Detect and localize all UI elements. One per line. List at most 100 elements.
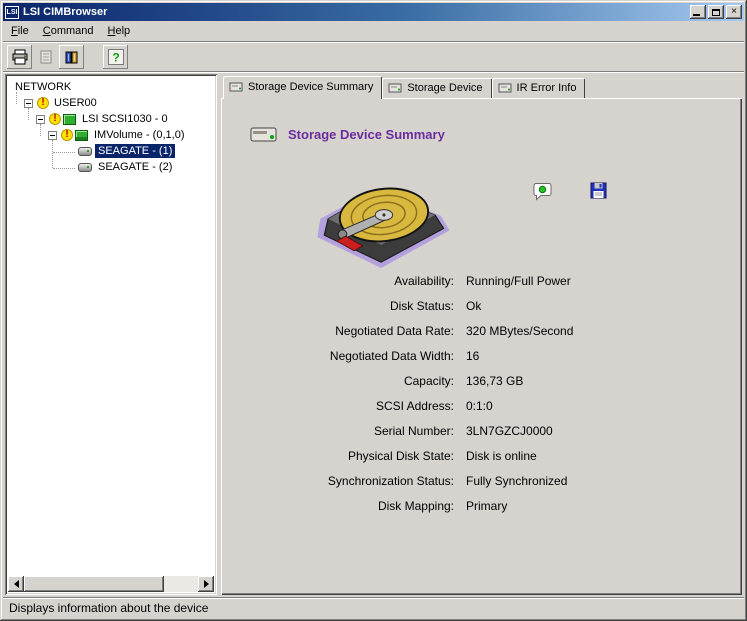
library-button[interactable] <box>59 45 84 69</box>
minimize-icon <box>693 14 700 16</box>
storage-device-summary-pane: Storage Device Summary <box>221 98 742 595</box>
field-value: 0:1:0 <box>466 399 724 413</box>
tree-item-label: USER00 <box>51 96 100 110</box>
tree-item-network[interactable]: NETWORK <box>8 79 214 95</box>
menu-file[interactable]: File <box>4 22 36 40</box>
minimize-button[interactable] <box>690 5 706 19</box>
scrollbar-thumb[interactable] <box>24 576 164 592</box>
field-label: Disk Status: <box>249 299 454 313</box>
device-tree: NETWORK USER00 LSI SCSI1030 - 0 <box>8 77 214 574</box>
field-value: Disk is online <box>466 449 724 463</box>
warning-icon <box>61 129 73 141</box>
maximize-icon <box>712 9 720 16</box>
help-icon: ? <box>107 48 125 66</box>
tree-item-label-selected: SEAGATE - (1) <box>95 144 175 158</box>
tree-item-label: NETWORK <box>12 80 74 94</box>
field-label: Synchronization Status: <box>249 474 454 488</box>
tab-label: IR Error Info <box>517 82 577 94</box>
status-text: Displays information about the device <box>9 601 208 615</box>
field-label: SCSI Address: <box>249 399 454 413</box>
balloon-status-icon[interactable] <box>533 182 553 201</box>
tab-ir-error-info[interactable]: IR Error Info <box>492 78 586 98</box>
main-area: NETWORK USER00 LSI SCSI1030 - 0 <box>3 72 744 597</box>
field-label: Serial Number: <box>249 424 454 438</box>
tree-item-label: SEAGATE - (2) <box>95 160 175 174</box>
warning-icon <box>37 97 49 109</box>
help-button[interactable]: ? <box>103 45 128 69</box>
field-label: Availability: <box>249 274 454 288</box>
print-button[interactable] <box>7 45 32 69</box>
collapse-toggle-icon[interactable] <box>36 115 45 124</box>
app-window: LSI LSI CIMBrowser × File Command Help <box>0 0 747 621</box>
tab-storage-device-summary[interactable]: Storage Device Summary <box>223 76 382 99</box>
tree-item-imvolume[interactable]: IMVolume - (0,1,0) <box>8 127 214 143</box>
document-icon <box>38 49 54 65</box>
field-value: Running/Full Power <box>466 274 724 288</box>
tree-guide-line <box>53 152 75 153</box>
tree-guide-line <box>52 140 53 168</box>
disk-icon <box>78 163 92 172</box>
field-label: Capacity: <box>249 374 454 388</box>
scroll-right-button[interactable] <box>198 576 214 592</box>
field-value: Fully Synchronized <box>466 474 724 488</box>
detail-panel: Storage Device Summary Storage Device IR… <box>221 74 742 595</box>
page-title: Storage Device Summary <box>288 127 445 142</box>
field-value: 136,73 GB <box>466 374 724 388</box>
device-properties: Availability: Running/Full Power Disk St… <box>249 274 724 513</box>
books-icon <box>64 49 80 65</box>
svg-text:?: ? <box>112 50 119 64</box>
tab-bar: Storage Device Summary Storage Device IR… <box>221 76 742 98</box>
hard-disk-illustration <box>315 160 451 268</box>
collapse-toggle-icon[interactable] <box>48 131 57 140</box>
controller-icon <box>63 114 76 125</box>
arrow-left-icon <box>14 580 19 588</box>
tree-item-label: LSI SCSI1030 - 0 <box>79 112 171 126</box>
statusbar: Displays information about the device <box>3 597 744 618</box>
app-logo-icon: LSI <box>5 6 19 19</box>
status-icons <box>533 182 607 201</box>
tab-label: Storage Device Summary <box>248 81 373 93</box>
arrow-right-icon <box>204 580 209 588</box>
drive-icon <box>388 82 402 94</box>
tree-guide-line <box>40 124 41 136</box>
scroll-left-button[interactable] <box>8 576 24 592</box>
tree-item-scsi-controller[interactable]: LSI SCSI1030 - 0 <box>8 111 214 127</box>
document-button[interactable] <box>33 45 58 69</box>
scrollbar-track[interactable] <box>24 576 198 592</box>
menu-help[interactable]: Help <box>101 22 138 40</box>
field-value: 16 <box>466 349 724 363</box>
field-value: 3LN7GZCJ0000 <box>466 424 724 438</box>
tree-item-seagate-2[interactable]: SEAGATE - (2) <box>8 159 214 175</box>
tree-guide-line <box>28 108 29 120</box>
floppy-save-icon[interactable] <box>590 182 607 199</box>
toolbar: ? <box>3 42 744 72</box>
drive-icon <box>229 81 243 93</box>
device-tree-panel: NETWORK USER00 LSI SCSI1030 - 0 <box>5 74 217 595</box>
maximize-button[interactable] <box>708 5 724 19</box>
menu-command[interactable]: Command <box>36 22 101 40</box>
printer-icon <box>12 49 28 65</box>
field-label: Negotiated Data Rate: <box>249 324 454 338</box>
tree-horizontal-scrollbar[interactable] <box>8 576 214 592</box>
collapse-toggle-icon[interactable] <box>24 99 33 108</box>
tree-item-user00[interactable]: USER00 <box>8 95 214 111</box>
close-button[interactable]: × <box>726 5 742 19</box>
content-header: Storage Device Summary <box>249 124 724 144</box>
menubar: File Command Help <box>3 21 744 42</box>
tree-item-seagate-1[interactable]: SEAGATE - (1) <box>8 143 214 159</box>
titlebar: LSI LSI CIMBrowser × <box>3 3 744 21</box>
tab-label: Storage Device <box>407 82 482 94</box>
window-title: LSI CIMBrowser <box>23 6 688 18</box>
field-value: Primary <box>466 499 724 513</box>
field-label: Disk Mapping: <box>249 499 454 513</box>
field-label: Negotiated Data Width: <box>249 349 454 363</box>
tab-storage-device[interactable]: Storage Device <box>382 78 491 98</box>
field-label: Physical Disk State: <box>249 449 454 463</box>
disk-icon <box>78 147 92 156</box>
tree-guide-line <box>16 92 17 104</box>
illustration-row <box>315 160 724 272</box>
drive-icon <box>249 124 279 144</box>
drive-icon <box>498 82 512 94</box>
tree-item-label: IMVolume - (0,1,0) <box>91 128 187 142</box>
field-value: Ok <box>466 299 724 313</box>
